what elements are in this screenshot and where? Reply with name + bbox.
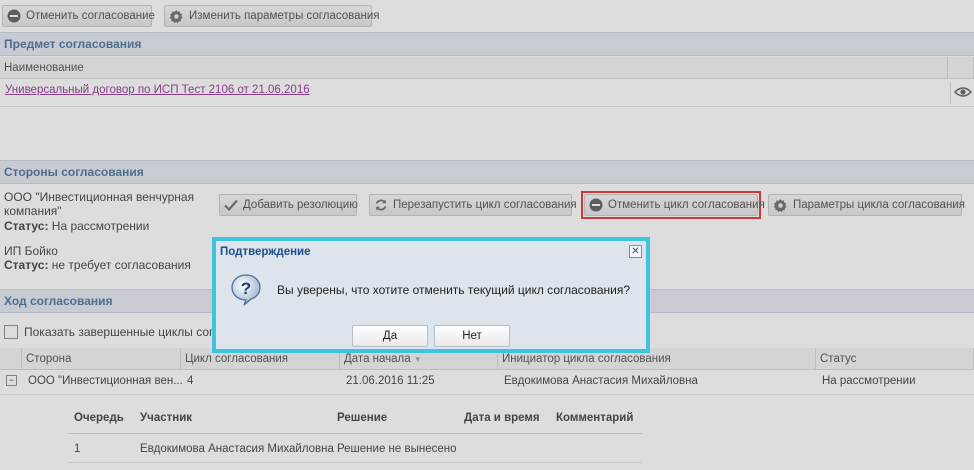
yes-button[interactable]: Да: [352, 325, 428, 347]
dialog-message: Вы уверены, что хотите отменить текущий …: [277, 283, 631, 297]
svg-text:?: ?: [241, 279, 251, 298]
no-button-label: Нет: [462, 330, 482, 342]
confirmation-dialog: Подтверждение ✕ ? Вы уверены, что хотите…: [212, 237, 650, 353]
dialog-close-button[interactable]: ✕: [629, 245, 642, 258]
dialog-title: Подтверждение: [220, 246, 311, 258]
question-icon: ?: [230, 273, 262, 310]
yes-button-label: Да: [382, 330, 398, 342]
modal-overlay: [0, 0, 974, 470]
no-button[interactable]: Нет: [434, 325, 510, 347]
